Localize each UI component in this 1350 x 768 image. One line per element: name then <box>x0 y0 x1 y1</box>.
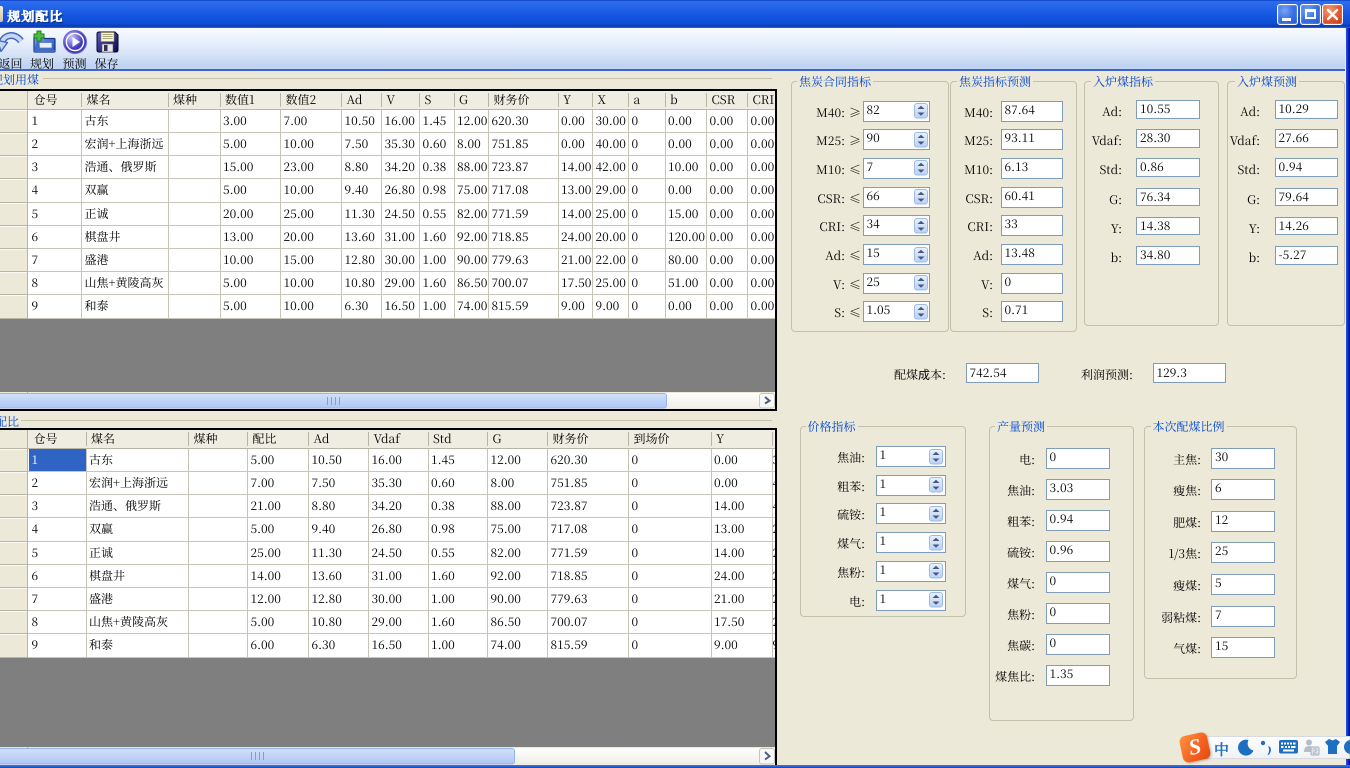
svg-text:2: 2 <box>1313 747 1317 756</box>
